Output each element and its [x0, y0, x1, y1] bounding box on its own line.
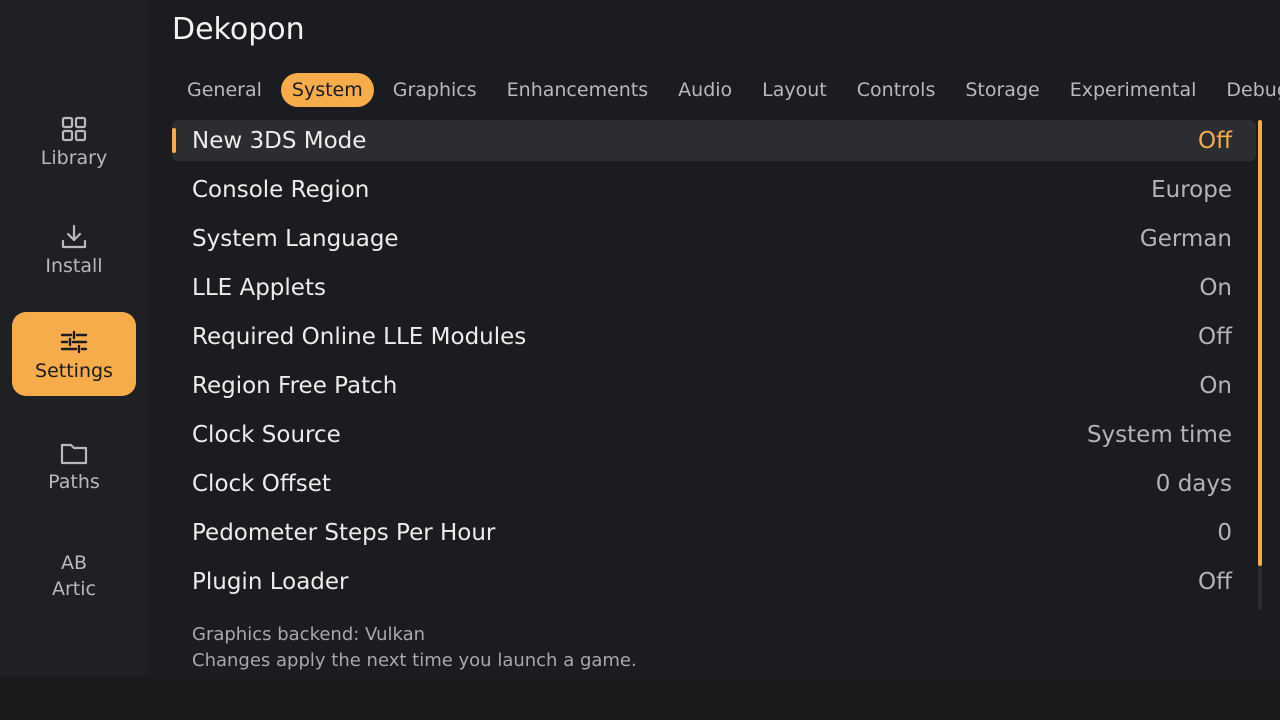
setting-label: Required Online LLE Modules — [192, 323, 527, 350]
grid-icon — [58, 113, 90, 145]
tab-system[interactable]: System — [280, 73, 374, 107]
setting-row-clock-offset[interactable]: Clock Offset 0 days — [172, 463, 1256, 504]
setting-value: 0 days — [1155, 470, 1232, 497]
download-icon — [58, 221, 90, 253]
sidebar-item-settings[interactable]: Settings — [12, 312, 136, 396]
setting-label: Console Region — [192, 176, 370, 203]
sidebar-item-label: Install — [45, 255, 103, 277]
page-title: Dekopon — [172, 12, 305, 47]
setting-label: Clock Source — [192, 421, 341, 448]
tab-enhancements[interactable]: Enhancements — [496, 73, 660, 107]
setting-row-plugin-loader[interactable]: Plugin Loader Off — [172, 561, 1256, 602]
sidebar-item-label: Library — [40, 147, 108, 169]
scrollbar-thumb[interactable] — [1258, 120, 1262, 566]
tab-debug[interactable]: Debug — [1215, 73, 1280, 107]
setting-value: Off — [1198, 127, 1232, 154]
setting-label: LLE Applets — [192, 274, 326, 301]
setting-label: Pedometer Steps Per Hour — [192, 519, 496, 546]
setting-label: Clock Offset — [192, 470, 331, 497]
folder-icon — [58, 437, 90, 469]
tab-storage[interactable]: Storage — [954, 73, 1050, 107]
tab-controls[interactable]: Controls — [846, 73, 947, 107]
tab-audio[interactable]: Audio — [667, 73, 743, 107]
sidebar-item-library[interactable]: Library — [12, 99, 136, 183]
setting-value: German — [1139, 225, 1232, 252]
setting-row-pedometer-steps-per-hour[interactable]: Pedometer Steps Per Hour 0 — [172, 512, 1256, 553]
sidebar-item-label: Artic — [52, 578, 96, 600]
setting-row-console-region[interactable]: Console Region Europe — [172, 169, 1256, 210]
setting-value: Off — [1198, 323, 1232, 350]
setting-value: On — [1199, 372, 1232, 399]
main-panel: Dekopon General System Graphics Enhancem… — [148, 0, 1280, 676]
changes-apply-text: Changes apply the next time you launch a… — [192, 650, 637, 671]
tab-bar: General System Graphics Enhancements Aud… — [176, 73, 1280, 107]
setting-value: Off — [1198, 568, 1232, 595]
setting-row-region-free-patch[interactable]: Region Free Patch On — [172, 365, 1256, 406]
sidebar: Library Install Settings Paths AB Artic — [0, 0, 148, 676]
ab-icon: AB — [60, 552, 88, 574]
scrollbar[interactable] — [1258, 120, 1262, 610]
sidebar-item-paths[interactable]: Paths — [12, 423, 136, 507]
sidebar-item-label: Paths — [48, 471, 100, 493]
setting-row-clock-source[interactable]: Clock Source System time — [172, 414, 1256, 455]
sidebar-item-artic[interactable]: AB Artic — [12, 532, 136, 616]
graphics-backend-text: Graphics backend: Vulkan — [192, 624, 426, 645]
sliders-icon — [58, 326, 90, 358]
settings-list: New 3DS Mode Off Console Region Europe S… — [172, 120, 1256, 610]
setting-label: Region Free Patch — [192, 372, 398, 399]
setting-row-required-online-lle-modules[interactable]: Required Online LLE Modules Off — [172, 316, 1256, 357]
tab-layout[interactable]: Layout — [751, 73, 838, 107]
tab-general[interactable]: General — [176, 73, 273, 107]
tab-graphics[interactable]: Graphics — [382, 73, 488, 107]
footer-info: Graphics backend: Vulkan Changes apply t… — [192, 622, 637, 674]
sidebar-item-install[interactable]: Install — [12, 207, 136, 291]
setting-row-lle-applets[interactable]: LLE Applets On — [172, 267, 1256, 308]
setting-value: On — [1199, 274, 1232, 301]
setting-value: Europe — [1151, 176, 1232, 203]
setting-row-system-language[interactable]: System Language German — [172, 218, 1256, 259]
setting-label: System Language — [192, 225, 399, 252]
app-window: Library Install Settings Paths AB Artic … — [0, 0, 1280, 720]
setting-label: New 3DS Mode — [192, 127, 367, 154]
setting-value: System time — [1086, 421, 1232, 448]
tab-experimental[interactable]: Experimental — [1059, 73, 1208, 107]
setting-row-new-3ds-mode[interactable]: New 3DS Mode Off — [172, 120, 1256, 161]
setting-label: Plugin Loader — [192, 568, 349, 595]
setting-value: 0 — [1217, 519, 1232, 546]
bottom-bar — [0, 676, 1280, 720]
sidebar-item-label: Settings — [35, 360, 113, 382]
